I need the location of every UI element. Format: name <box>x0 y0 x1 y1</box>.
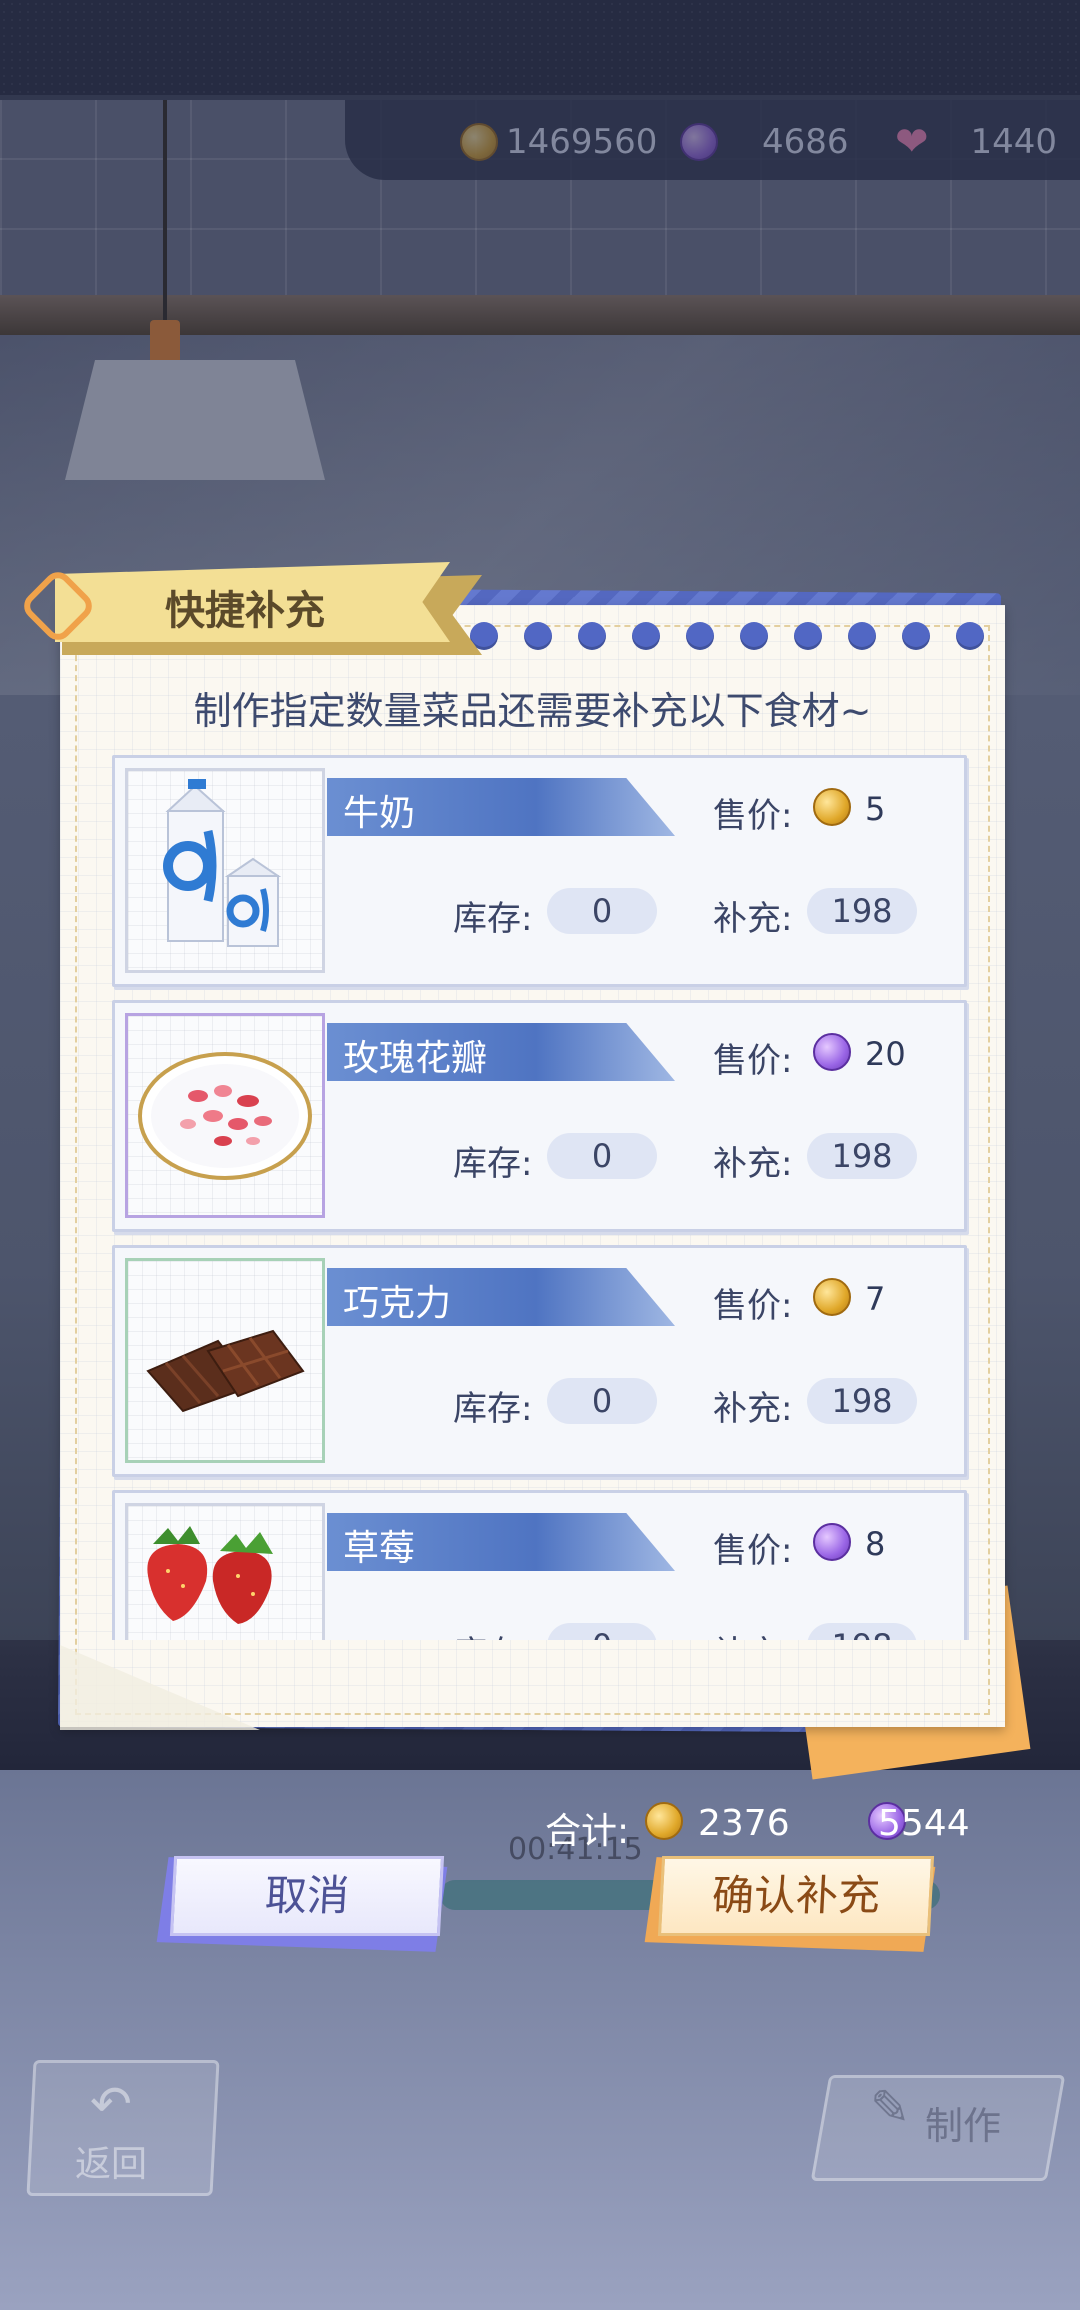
refill-label: 补充: <box>713 1389 793 1429</box>
ingredient-row-rose-petals: 玫瑰花瓣 售价: 20 库存: 0 补充: 198 <box>112 1000 967 1232</box>
refill-value: 198 <box>807 1133 917 1179</box>
purple-gem-icon <box>680 123 718 161</box>
stock-value: 0 <box>547 1623 657 1640</box>
ingredient-name: 巧克力 <box>343 1283 452 1324</box>
ingredient-price: 7 <box>865 1280 886 1318</box>
refill-value: 198 <box>807 888 917 934</box>
stock-value: 0 <box>547 888 657 934</box>
total-purple-amount: 5544 <box>878 1803 970 1844</box>
gold-coin-icon <box>813 788 851 826</box>
confirm-refill-button[interactable]: 确认补充 <box>657 1856 935 1936</box>
cancel-button[interactable]: 取消 <box>169 1856 445 1936</box>
price-label: 售价: <box>713 1531 793 1571</box>
strawberry-icon <box>125 1503 325 1640</box>
dialog-title: 快捷补充 <box>165 588 325 634</box>
gold-amount: 1469560 <box>506 122 658 162</box>
refill-label: 补充: <box>713 1626 792 1640</box>
ingredient-row-strawberry: 草莓 售价: 8 库存: 0 补充: 198 <box>112 1490 967 1640</box>
ingredient-name: 玫瑰花瓣 <box>343 1038 488 1079</box>
ingredient-price: 8 <box>865 1525 886 1563</box>
stock-label: 库存: <box>453 1626 532 1640</box>
make-label: 制作 <box>925 2104 1002 2148</box>
stamina-amount: 1440 <box>970 122 1058 162</box>
price-label: 售价: <box>713 1041 793 1081</box>
total-gold-amount: 2376 <box>698 1803 790 1844</box>
ingredient-price: 20 <box>865 1035 906 1073</box>
stock-value: 0 <box>547 1378 657 1424</box>
stamina-heart-icon: ❤ <box>895 119 929 165</box>
refill-value: 198 <box>807 1378 917 1424</box>
rose-petals-icon <box>125 1013 325 1218</box>
chocolate-icon <box>125 1258 325 1463</box>
back-label: 返回 <box>75 2144 148 2185</box>
gold-coin-icon <box>645 1802 683 1840</box>
purple-amount: 4686 <box>762 122 849 162</box>
notebook-rings <box>470 622 984 650</box>
ingredient-list[interactable]: 牛奶 售价: 5 库存: 0 补充: 198 玫瑰花瓣 售价: 20 库存: 0… <box>112 755 972 1640</box>
price-label: 售价: <box>713 796 793 836</box>
purple-gem-icon <box>813 1523 851 1561</box>
back-arrow-icon: ↶ <box>90 2075 132 2133</box>
pendant-lamp-icon <box>65 360 325 480</box>
milk-icon <box>125 768 325 973</box>
stock-label: 库存: <box>453 1389 533 1429</box>
stock-label: 库存: <box>453 1144 533 1184</box>
refill-label: 补充: <box>713 1144 793 1184</box>
top-banner <box>0 0 1080 95</box>
dialog-subtitle: 制作指定数量菜品还需要补充以下食材~ <box>193 689 872 733</box>
ingredient-row-milk: 牛奶 售价: 5 库存: 0 补充: 198 <box>112 755 967 987</box>
gold-coin-icon <box>460 123 498 161</box>
refill-label: 补充: <box>713 899 793 939</box>
stock-label: 库存: <box>453 899 533 939</box>
lamp-cord <box>163 100 167 330</box>
ingredient-name: 草莓 <box>343 1528 416 1569</box>
stamina-currency[interactable]: ❤ 1440 <box>895 119 1058 165</box>
gold-coin-icon <box>813 1278 851 1316</box>
ingredient-price: 5 <box>865 790 886 828</box>
refill-value: 198 <box>807 1623 917 1640</box>
ingredient-name: 牛奶 <box>343 793 416 834</box>
ingredient-row-chocolate: 巧克力 售价: 7 库存: 0 补充: 198 <box>112 1245 967 1477</box>
purple-currency[interactable]: 4686 <box>680 122 849 162</box>
gold-currency[interactable]: 1469560 <box>460 122 657 162</box>
stock-value: 0 <box>547 1133 657 1179</box>
total-label: 合计: <box>545 1811 630 1852</box>
purple-gem-icon <box>813 1033 851 1071</box>
spatula-icon: ✎ <box>870 2080 911 2136</box>
price-label: 售价: <box>713 1286 793 1326</box>
